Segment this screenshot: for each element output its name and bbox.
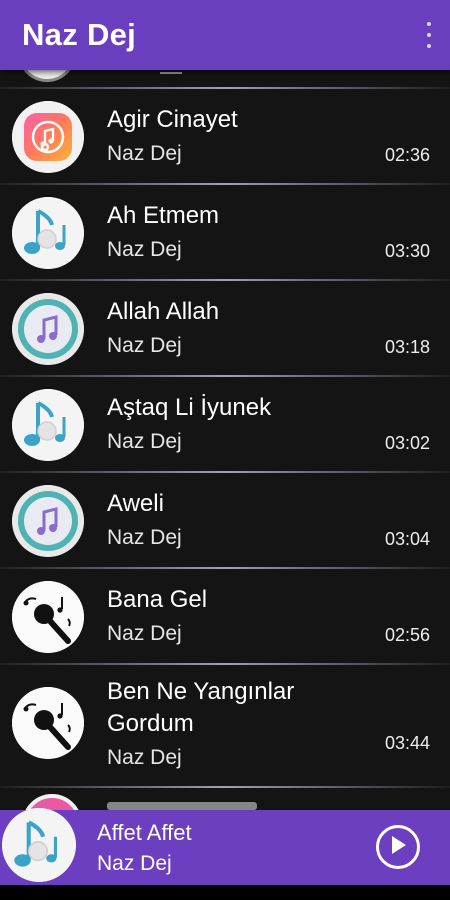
music-badge-icon xyxy=(12,293,84,365)
song-duration: 02:36 xyxy=(384,145,430,165)
app-bar: Naz Dej xyxy=(0,0,450,70)
song-row[interactable]: Bana Gel Naz Dej 02:56 xyxy=(0,569,450,664)
play-icon xyxy=(389,835,407,860)
song-duration: 03:04 xyxy=(384,529,430,549)
app-title: Naz Dej xyxy=(22,17,137,52)
song-title: Aştaq Li İyunek xyxy=(107,394,272,421)
song-title: Ben Ne Yangınlar Gordum xyxy=(107,676,294,740)
song-artist: Naz Dej xyxy=(107,334,182,357)
music-note-icon xyxy=(2,808,76,882)
song-row[interactable]: Ben Ne Yangınlar Gordum Naz Dej 03:44 xyxy=(0,665,450,787)
song-duration: 03:18 xyxy=(384,337,430,357)
song-artist: Naz Dej xyxy=(107,142,182,165)
song-title: Bana Gel xyxy=(107,586,208,613)
song-list[interactable]: Agir Cinayet Naz Dej 02:36 Ah Etmem Naz … xyxy=(0,70,450,810)
system-nav-bar xyxy=(0,885,450,900)
song-row[interactable]: Agir Cinayet Naz Dej 02:36 xyxy=(0,89,450,184)
music-note-icon xyxy=(12,389,84,461)
microphone-icon xyxy=(12,687,84,759)
song-duration: 03:30 xyxy=(384,241,430,261)
song-artist: Naz Dej xyxy=(107,238,182,261)
song-title: Aweli xyxy=(107,490,164,517)
song-artist: Naz Dej xyxy=(107,746,182,769)
list-item-partial[interactable] xyxy=(0,788,450,810)
song-title-line1: Ben Ne Yangınlar xyxy=(107,678,295,705)
song-row[interactable]: Allah Allah Naz Dej 03:18 xyxy=(0,281,450,376)
now-playing-bar[interactable]: Affet Affet Naz Dej xyxy=(0,808,450,885)
music-badge-icon xyxy=(12,485,84,557)
song-row[interactable]: Ah Etmem Naz Dej 03:30 xyxy=(0,185,450,280)
song-artist: Naz Dej xyxy=(107,430,182,453)
microphone-icon xyxy=(12,581,84,653)
more-vert-icon[interactable] xyxy=(426,22,432,48)
song-duration: 03:02 xyxy=(384,433,430,453)
song-title-line2: Gordum xyxy=(107,710,194,737)
itunes-icon xyxy=(12,101,84,173)
song-title: Allah Allah xyxy=(107,298,220,325)
now-playing-artist: Naz Dej xyxy=(97,852,172,875)
song-title: Agir Cinayet xyxy=(107,106,238,133)
song-artist: Naz Dej xyxy=(107,526,182,549)
play-button[interactable] xyxy=(376,825,420,869)
now-playing-title: Affet Affet xyxy=(97,820,192,845)
song-duration: 03:44 xyxy=(384,733,430,753)
song-row[interactable]: Aştaq Li İyunek Naz Dej 03:02 xyxy=(0,377,450,472)
list-item-partial[interactable] xyxy=(0,70,450,88)
song-duration: 02:56 xyxy=(384,625,430,645)
music-note-icon xyxy=(12,197,84,269)
song-artist: Naz Dej xyxy=(107,622,182,645)
song-title: Ah Etmem xyxy=(107,202,220,229)
song-row[interactable]: Aweli Naz Dej 03:04 xyxy=(0,473,450,568)
